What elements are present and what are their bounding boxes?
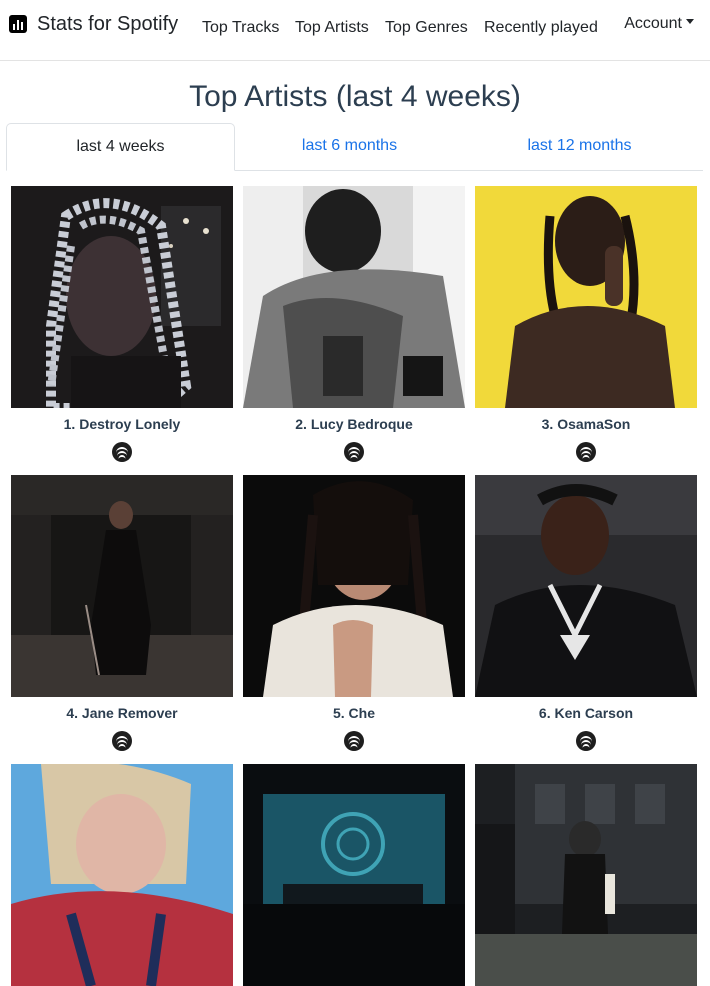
artist-card: 3. OsamaSon xyxy=(475,186,697,462)
artist-card: 5. Che xyxy=(243,475,465,751)
artist-card: 1. Destroy Lonely xyxy=(11,186,233,462)
artist-name: 4. Jane Remover xyxy=(66,705,178,721)
artist-card: 4. Jane Remover xyxy=(11,475,233,751)
artist-card xyxy=(11,764,233,986)
tab-last-4-weeks[interactable]: last 4 weeks xyxy=(6,123,235,171)
spotify-icon[interactable] xyxy=(344,442,364,462)
artist-name: 6. Ken Carson xyxy=(538,705,634,721)
artist-photo[interactable] xyxy=(475,764,697,986)
artist-photo[interactable] xyxy=(11,475,233,697)
spotify-icon[interactable] xyxy=(576,442,596,462)
time-range-tabs: last 4 weeks last 6 months last 12 month… xyxy=(6,123,703,171)
artist-name: 3. OsamaSon xyxy=(541,416,631,432)
artist-photo[interactable] xyxy=(243,186,465,408)
spotify-icon[interactable] xyxy=(112,731,132,751)
artist-photo[interactable] xyxy=(475,186,697,408)
brand-name: Stats for Spotify xyxy=(37,13,179,35)
artist-photo[interactable] xyxy=(11,186,233,408)
spotify-icon[interactable] xyxy=(344,731,364,751)
navbar: Stats for Spotify Top Tracks Top Artists… xyxy=(0,0,710,61)
tab-last-12-months[interactable]: last 12 months xyxy=(464,123,695,171)
tab-last-6-months[interactable]: last 6 months xyxy=(235,123,464,171)
spotify-icon[interactable] xyxy=(576,731,596,751)
nav-top-artists[interactable]: Top Artists xyxy=(295,19,369,37)
spotify-icon[interactable] xyxy=(112,442,132,462)
brand-link[interactable]: Stats for Spotify xyxy=(9,12,178,36)
artist-card xyxy=(475,764,697,986)
artist-name: 2. Lucy Bedroque xyxy=(295,416,413,432)
artist-photo[interactable] xyxy=(11,764,233,986)
artist-photo[interactable] xyxy=(243,764,465,986)
nav-top-tracks[interactable]: Top Tracks xyxy=(202,19,279,37)
artist-card: 2. Lucy Bedroque xyxy=(243,186,465,462)
page-title: Top Artists (last 4 weeks) xyxy=(189,80,521,113)
artist-card: 6. Ken Carson xyxy=(475,475,697,751)
caret-down-icon xyxy=(686,19,694,25)
artist-name: 1. Destroy Lonely xyxy=(63,416,181,432)
account-dropdown[interactable]: Account xyxy=(624,15,694,33)
artist-photo[interactable] xyxy=(475,475,697,697)
artist-photo[interactable] xyxy=(243,475,465,697)
account-label: Account xyxy=(624,15,682,32)
nav-top-genres[interactable]: Top Genres xyxy=(385,19,468,37)
bar-chart-icon xyxy=(9,15,27,33)
artist-name: 5. Che xyxy=(332,705,375,721)
nav-recently-played[interactable]: Recently played xyxy=(484,19,598,37)
artist-card xyxy=(243,764,465,986)
